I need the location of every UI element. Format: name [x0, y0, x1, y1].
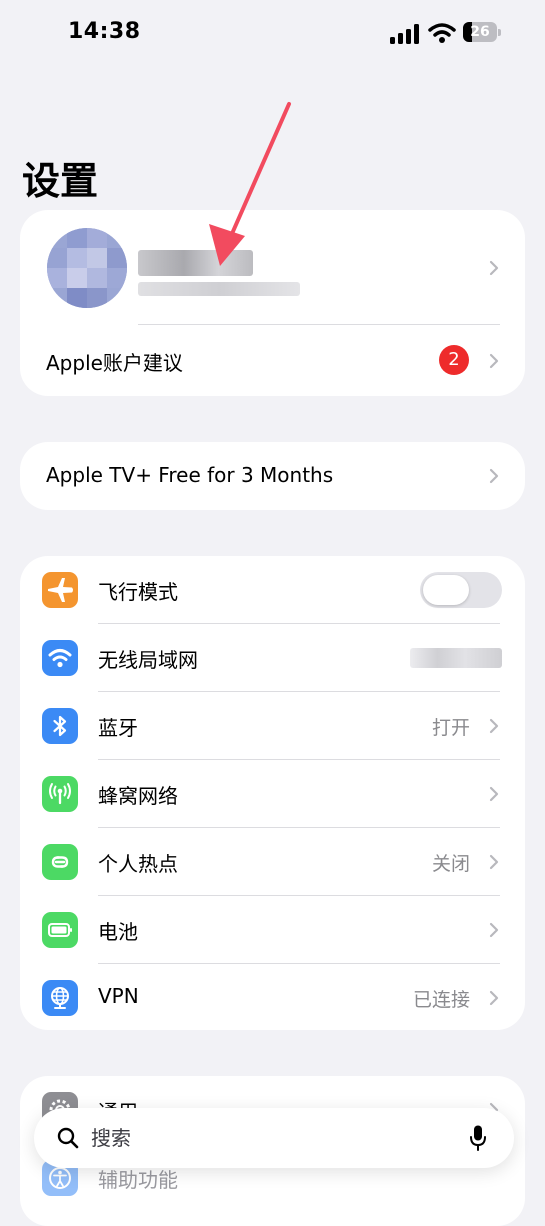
- settings-row-bluetooth[interactable]: 蓝牙 打开: [20, 692, 525, 760]
- wifi-label: 无线局域网: [98, 648, 198, 672]
- vpn-globe-icon: [42, 980, 78, 1016]
- apple-account-suggestions-row[interactable]: Apple账户建议 2: [20, 325, 525, 396]
- settings-row-personal-hotspot[interactable]: 个人热点 关闭: [20, 828, 525, 896]
- wifi-status-icon: [428, 23, 456, 43]
- notification-badge: 2: [439, 345, 469, 375]
- battery-percent: 26: [470, 24, 490, 40]
- account-name-redacted: [138, 250, 253, 276]
- account-suggestions-label: Apple账户建议: [46, 351, 183, 375]
- cellular-label: 蜂窝网络: [98, 784, 178, 808]
- status-time: 14:38: [68, 19, 141, 44]
- wifi-network-name-redacted: [410, 648, 502, 668]
- vpn-label: VPN: [98, 984, 139, 1008]
- account-email-redacted: [138, 282, 300, 296]
- settings-row-wifi[interactable]: 无线局域网: [20, 624, 525, 692]
- search-input[interactable]: [91, 1122, 451, 1154]
- antenna-icon: [42, 776, 78, 812]
- vpn-status: 已连接: [412, 989, 470, 1011]
- airplane-icon: [42, 572, 78, 608]
- search-icon: [57, 1127, 79, 1149]
- toggle-knob: [423, 575, 469, 605]
- cellular-signal-icon: [390, 24, 419, 44]
- airplane-mode-toggle[interactable]: [420, 572, 502, 608]
- chevron-right-icon: [489, 786, 499, 802]
- page-title: 设置: [22, 159, 99, 203]
- battery-icon: 26: [463, 22, 497, 42]
- chevron-right-icon: [489, 353, 499, 369]
- personal-hotspot-label: 个人热点: [98, 852, 178, 876]
- chevron-right-icon: [489, 922, 499, 938]
- battery-status: 26: [463, 22, 503, 44]
- apple-account-row[interactable]: [20, 210, 525, 324]
- battery-label: 电池: [98, 920, 138, 944]
- promo-label: Apple TV+ Free for 3 Months: [46, 463, 334, 487]
- search-bar: [34, 1108, 514, 1168]
- avatar: [47, 228, 127, 308]
- hotspot-icon: [42, 844, 78, 880]
- connectivity-card: 飞行模式 无线局域网 蓝牙 打开 蜂窝网络 个人热点 关闭 电池 VPN 已连接: [20, 556, 525, 1030]
- battery-cap: [498, 29, 501, 36]
- chevron-right-icon: [489, 718, 499, 734]
- chevron-right-icon: [489, 260, 499, 276]
- status-bar: 14:38 26: [0, 0, 545, 66]
- chevron-right-icon: [489, 468, 499, 484]
- settings-row-battery[interactable]: 电池: [20, 896, 525, 964]
- account-card: Apple账户建议 2: [20, 210, 525, 396]
- personal-hotspot-status: 关闭: [431, 853, 470, 875]
- accessibility-label: 辅助功能: [98, 1168, 178, 1192]
- microphone-icon[interactable]: [469, 1124, 487, 1152]
- wifi-icon: [42, 640, 78, 676]
- apple-tv-promo-row[interactable]: Apple TV+ Free for 3 Months: [20, 442, 525, 510]
- chevron-right-icon: [489, 854, 499, 870]
- settings-row-vpn[interactable]: VPN 已连接: [20, 964, 525, 1030]
- bluetooth-label: 蓝牙: [98, 716, 138, 740]
- chevron-right-icon: [489, 990, 499, 1006]
- bluetooth-icon: [42, 708, 78, 744]
- settings-row-cellular[interactable]: 蜂窝网络: [20, 760, 525, 828]
- bluetooth-status: 打开: [431, 717, 470, 739]
- battery-icon: [42, 912, 78, 948]
- settings-row-airplane-mode[interactable]: 飞行模式: [20, 556, 525, 624]
- airplane-mode-label: 飞行模式: [98, 580, 178, 604]
